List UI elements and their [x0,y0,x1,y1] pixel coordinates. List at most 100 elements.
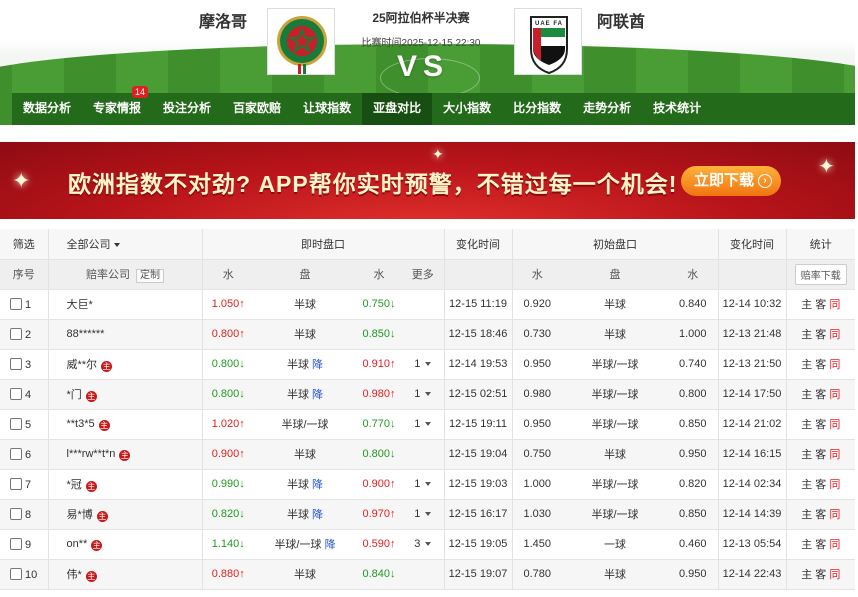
more-dropdown[interactable]: 1 [402,499,444,530]
nav-tab[interactable]: 投注分析 [152,93,222,125]
initial-change-time: 12-13 21:50 [722,358,782,370]
live-home-water: 0.820 [211,508,240,520]
live-change-time: 12-14 19:53 [448,358,508,370]
row-index: 1 [25,298,32,311]
company-filter-dropdown[interactable]: 全部公司 [47,229,202,260]
home-stats-link[interactable]: 主 [801,449,812,461]
away-stats-link[interactable]: 客 [815,359,826,371]
nav-tab[interactable]: 技术统计 [642,93,712,125]
home-stats-link[interactable]: 主 [801,329,812,341]
row-checkbox[interactable] [10,477,22,490]
row-checkbox[interactable] [10,327,22,340]
nav-tab[interactable]: 专家情报 14 [82,86,152,125]
row-checkbox[interactable] [10,447,22,460]
customize-button[interactable]: 定制 [136,268,164,283]
row-checkbox[interactable] [10,357,22,370]
live-change-time: 12-15 19:03 [448,478,508,490]
away-stats-link[interactable]: 客 [815,509,826,521]
company-name-cell[interactable]: 易*博主 [47,499,202,530]
same-stats-link[interactable]: 同 [829,419,840,431]
same-stats-link[interactable]: 同 [829,539,840,551]
company-name-cell[interactable]: 威**尔主 [47,349,202,380]
same-stats-link[interactable]: 同 [829,479,840,491]
morocco-crest-icon [277,16,327,74]
away-team-logo[interactable]: UAE FA [514,8,582,75]
home-stats-link[interactable]: 主 [801,419,812,431]
initial-handicap: 半球 [604,299,626,311]
away-stats-link[interactable]: 客 [815,389,826,401]
index-header: 序号 [0,259,48,290]
company-name-cell[interactable]: on** 主 [47,529,202,560]
more-count: 1 [414,418,421,430]
away-stats-link[interactable]: 客 [815,539,826,551]
company-name-cell[interactable]: 88****** [47,319,202,350]
nav-tab[interactable]: 比分指数 [502,93,572,125]
home-stats-link[interactable]: 主 [801,389,812,401]
more-dropdown[interactable]: 1 [402,409,444,440]
main-nav: 数据分析 专家情报 14 投注分析 百家欧赔 让球指数 亚盘对比 大小指数 比分指数 走势分析 技术… [12,86,855,125]
home-stats-link[interactable]: 主 [801,509,812,521]
nav-tab[interactable]: 大小指数 [432,93,502,125]
company-name-cell[interactable]: 伟* 主 [47,559,202,590]
home-stats-link[interactable]: 主 [801,569,812,581]
more-dropdown [402,289,444,320]
nav-tab[interactable]: 数据分析 [12,93,82,125]
live-change-time: 12-15 19:11 [449,418,507,430]
initial-away-water: 0.840 [678,298,707,310]
same-stats-link[interactable]: 同 [829,569,840,581]
row-checkbox[interactable] [10,507,22,520]
home-stats-link[interactable]: 主 [801,299,812,311]
odds-download-button[interactable]: 赔率下载 [794,263,847,285]
away-stats-link[interactable]: 客 [815,449,826,461]
more-dropdown[interactable]: 1 [402,469,444,500]
live-handicap: 半球/一球 [281,419,329,431]
app-download-banner[interactable]: ✦ ✦ ✦ 欧洲指数不对劲? APP帮你实时预警，不错过每一个机会! 立即下载 … [0,142,855,219]
away-stats-link[interactable]: 客 [815,569,826,581]
more-dropdown[interactable]: 3 [402,529,444,560]
company-name-cell[interactable]: 大巨* [47,289,202,320]
row-checkbox[interactable] [10,387,22,400]
initial-handicap: 半球 [604,449,626,461]
home-stats-link[interactable]: 主 [801,539,812,551]
home-stats-link[interactable]: 主 [801,359,812,371]
more-dropdown[interactable]: 1 [402,379,444,410]
home-team-name[interactable]: 摩洛哥 [199,8,247,32]
same-stats-link[interactable]: 同 [829,389,840,401]
away-stats-link[interactable]: 客 [815,479,826,491]
row-checkbox[interactable] [10,417,22,430]
more-dropdown[interactable]: 1 [402,349,444,380]
away-stats-link[interactable]: 客 [815,329,826,341]
row-checkbox[interactable] [10,567,22,580]
more-dropdown [402,439,444,470]
company-name-cell[interactable]: **t3*5 主 [47,409,202,440]
row-index: 10 [25,568,38,581]
nav-tab[interactable]: 让球指数 [292,93,362,125]
away-stats-link[interactable]: 客 [815,299,826,311]
same-stats-link[interactable]: 同 [829,449,840,461]
same-stats-link[interactable]: 同 [829,329,840,341]
nav-tab[interactable]: 走势分析 [572,93,642,125]
caret-down-icon [425,422,432,426]
sparkle-icon: ✦ [12,168,31,193]
initial-change-time-header: 变化时间 [717,229,786,260]
away-team-name[interactable]: 阿联酋 [597,8,645,32]
home-team-logo[interactable] [267,8,335,75]
same-stats-link[interactable]: 同 [829,299,840,311]
nav-tab[interactable]: 亚盘对比 [362,93,433,125]
same-stats-link[interactable]: 同 [829,509,840,521]
row-index: 5 [25,418,32,431]
row-checkbox[interactable] [10,297,22,310]
download-now-button[interactable]: 立即下载 › [681,166,781,196]
away-stats-link[interactable]: 客 [815,419,826,431]
company-name-cell[interactable]: *冠主 [47,469,202,500]
company-name: 88****** [66,328,105,340]
arrow-up-icon: ↑ [390,538,396,550]
same-stats-link[interactable]: 同 [829,359,840,371]
live-handicap: 半球/一球 [274,539,322,551]
company-name-cell[interactable]: *门主 [47,379,202,410]
row-checkbox[interactable] [10,537,22,550]
home-stats-link[interactable]: 主 [801,479,812,491]
company-name-cell[interactable]: l***rw**t*n 主 [47,439,202,470]
nav-tab[interactable]: 百家欧赔 [222,93,292,125]
live-home-water: 1.050 [211,298,240,310]
